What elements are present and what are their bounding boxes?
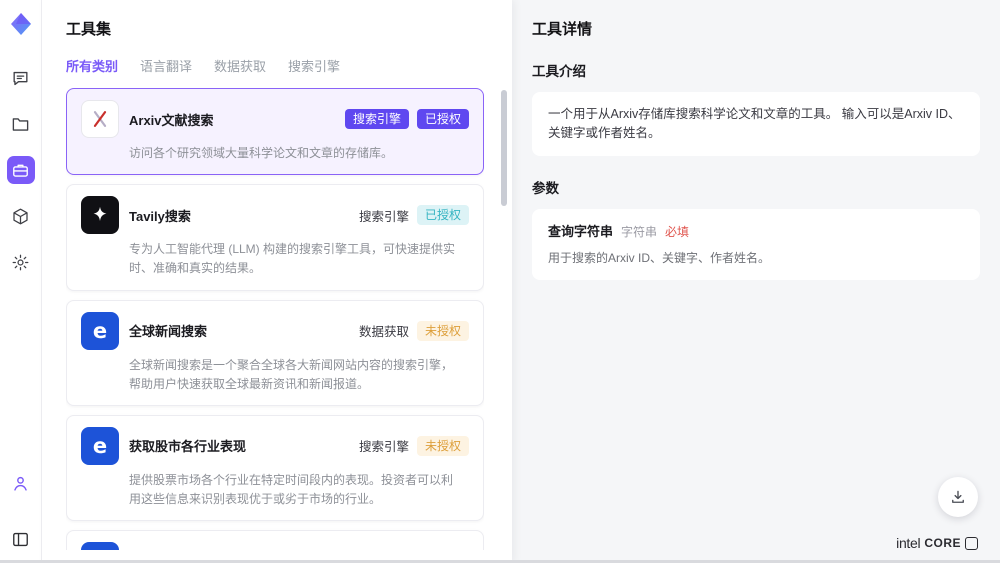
tool-name: 获取股市各行业表现 <box>129 436 246 455</box>
news-search-logo-icon: e <box>81 312 119 350</box>
category-label: 数据获取 <box>359 321 409 340</box>
core-badge-icon <box>965 537 978 550</box>
tool-card-list: Arxiv文献搜索 搜索引擎 已授权 访问各个研究领域大量科学论文和文章的存储库… <box>66 88 484 550</box>
tool-description: 访问各个研究领域大量科学论文和文章的存储库。 <box>129 144 463 163</box>
auth-badge: 未授权 <box>417 436 469 456</box>
auth-badge: 未授权 <box>417 321 469 341</box>
tab-data-fetch[interactable]: 数据获取 <box>214 56 266 75</box>
tool-name: Arxiv文献搜索 <box>129 110 214 129</box>
tool-description: 全球新闻搜索是一个聚合全球各大新闻网站内容的搜索引擎，帮助用户快速获取全球最新资… <box>129 356 463 394</box>
tool-description: 提供股票市场各个行业在特定时间段内的表现。投资者可以利用这些信息来识别表现优于或… <box>129 471 463 509</box>
tool-detail-panel: 工具详情 工具介绍 一个用于从Arxiv存储库搜索科学论文和文章的工具。 输入可… <box>512 0 1000 563</box>
param-required-flag: 必填 <box>665 223 689 241</box>
tool-intro-text: 一个用于从Arxiv存储库搜索科学论文和文章的工具。 输入可以是Arxiv ID… <box>548 107 961 140</box>
intel-wordmark: intel <box>896 535 920 551</box>
sidebar-item-settings[interactable] <box>7 248 35 276</box>
sidebar-collapse-toggle[interactable] <box>7 525 35 553</box>
cube-icon <box>11 207 30 226</box>
auth-badge: 已授权 <box>417 109 469 129</box>
app-logo-icon <box>9 12 33 36</box>
folder-icon <box>11 115 30 134</box>
sidebar-item-tools[interactable] <box>7 156 35 184</box>
tool-list-panel: 工具集 所有类别 语言翻译 数据获取 搜索引擎 Arxiv文献搜索 搜索引擎 已… <box>42 0 512 563</box>
param-description: 用于搜索的Arxiv ID、关键字、作者姓名。 <box>548 249 964 267</box>
download-icon <box>949 488 967 506</box>
download-button[interactable] <box>938 477 978 517</box>
category-badge: 搜索引擎 <box>345 109 409 129</box>
tab-all-categories[interactable]: 所有类别 <box>66 56 118 75</box>
parameter-card: 查询字符串 字符串 必填 用于搜索的Arxiv ID、关键字、作者姓名。 <box>532 209 980 281</box>
layout-toggle-icon <box>11 530 30 549</box>
params-heading: 参数 <box>532 177 980 197</box>
param-name: 查询字符串 <box>548 222 613 242</box>
gear-icon <box>11 253 30 272</box>
tool-card-global-news[interactable]: e 全球新闻搜索 数据获取 未授权 全球新闻搜索是一个聚合全球各大新闻网站内容的… <box>66 300 484 406</box>
tavily-logo-icon <box>81 196 119 234</box>
chat-icon <box>11 69 30 88</box>
tab-search-engine[interactable]: 搜索引擎 <box>288 56 340 75</box>
core-wordmark: CORE <box>924 536 961 550</box>
auth-badge: 已授权 <box>417 205 469 225</box>
tool-name: Tavily搜索 <box>129 206 191 225</box>
detail-title: 工具详情 <box>532 18 980 39</box>
category-label: 搜索引擎 <box>359 206 409 225</box>
scrollbar-thumb[interactable] <box>501 90 507 206</box>
param-type: 字符串 <box>621 223 657 241</box>
tool-card-tavily[interactable]: Tavily搜索 搜索引擎 已授权 专为人工智能代理 (LLM) 构建的搜索引擎… <box>66 184 484 290</box>
news-search-logo-icon: e <box>81 542 119 550</box>
category-label: 搜索引擎 <box>359 436 409 455</box>
intel-core-logo: intel CORE <box>896 535 978 551</box>
page-title: 工具集 <box>66 18 512 39</box>
briefcase-icon <box>11 161 30 180</box>
tool-card-most-active-stocks[interactable]: e 获取市场最活跃股票信息 搜索引擎 未授权 提供当天交易量最高的股票列表，投资… <box>66 530 484 550</box>
tool-card-arxiv[interactable]: Arxiv文献搜索 搜索引擎 已授权 访问各个研究领域大量科学论文和文章的存储库… <box>66 88 484 175</box>
sidebar-item-packages[interactable] <box>7 202 35 230</box>
tool-card-sector-performance[interactable]: e 获取股市各行业表现 搜索引擎 未授权 提供股票市场各个行业在特定时间段内的表… <box>66 415 484 521</box>
category-tabs: 所有类别 语言翻译 数据获取 搜索引擎 <box>66 56 512 75</box>
tool-name: 全球新闻搜索 <box>129 321 207 340</box>
arxiv-logo-icon <box>81 100 119 138</box>
icon-rail <box>0 0 42 563</box>
tab-translation[interactable]: 语言翻译 <box>140 56 192 75</box>
sidebar-item-account[interactable] <box>7 469 35 497</box>
sidebar-item-files[interactable] <box>7 110 35 138</box>
tool-intro-card: 一个用于从Arxiv存储库搜索科学论文和文章的工具。 输入可以是Arxiv ID… <box>532 92 980 156</box>
list-scrollbar <box>501 90 507 520</box>
news-search-logo-icon: e <box>81 427 119 465</box>
tool-description: 专为人工智能代理 (LLM) 构建的搜索引擎工具，可快速提供实时、准确和真实的结… <box>129 240 463 278</box>
user-icon <box>11 474 30 493</box>
sidebar-item-chat[interactable] <box>7 64 35 92</box>
intro-heading: 工具介绍 <box>532 60 980 80</box>
